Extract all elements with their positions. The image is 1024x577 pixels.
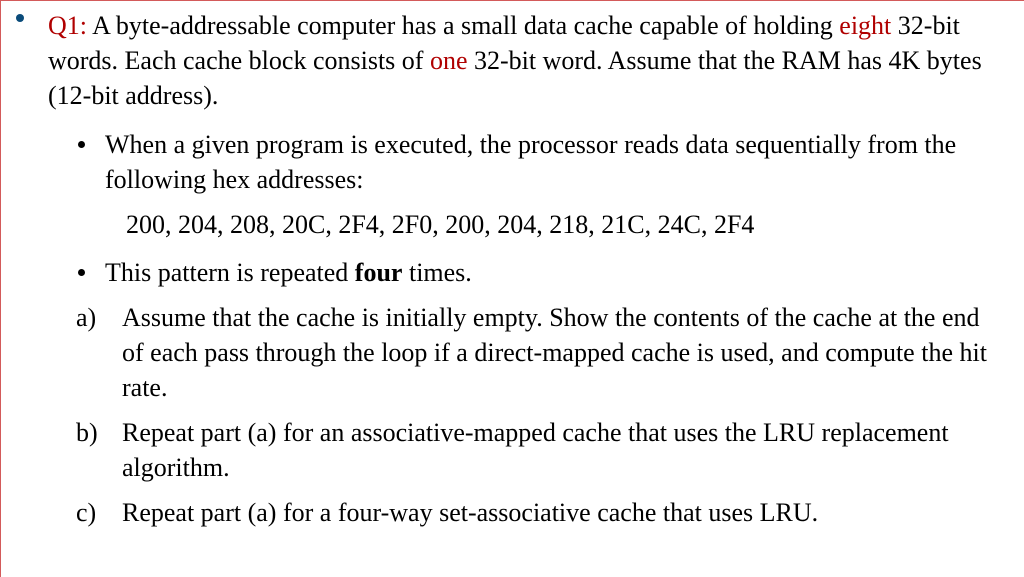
bullet-icon [78,141,85,148]
bullet2-part2: times. [402,258,471,287]
question-intro: Q1: A byte-addressable computer has a sm… [48,8,1000,113]
bullet-text-1: When a given program is executed, the pr… [105,127,1000,197]
bullet-text-2: This pattern is repeated four times. [105,255,1000,290]
item-b-label: b) [76,415,122,450]
item-c-label: c) [76,495,122,530]
highlight-one: one [430,46,468,75]
item-b: b) Repeat part (a) for an associative-ma… [48,415,1000,485]
decorative-bullet-icon [16,14,24,22]
bullet-item-1: When a given program is executed, the pr… [48,127,1000,197]
bullet2-bold: four [355,258,403,287]
item-a: a) Assume that the cache is initially em… [48,300,1000,405]
question-label: Q1: [48,11,87,40]
item-b-text: Repeat part (a) for an associative-mappe… [122,415,1000,485]
item-c: c) Repeat part (a) for a four-way set-as… [48,495,1000,530]
left-border [0,0,1,577]
bullet-item-2: This pattern is repeated four times. [48,255,1000,290]
hex-addresses: 200, 204, 208, 20C, 2F4, 2F0, 200, 204, … [48,207,1000,242]
highlight-eight: eight [839,11,891,40]
intro-text-1: A byte-addressable computer has a small … [87,11,839,40]
bullet2-part1: This pattern is repeated [105,258,355,287]
top-border [0,0,1024,1]
item-c-text: Repeat part (a) for a four-way set-assoc… [122,495,1000,530]
bullet-icon [78,269,85,276]
item-a-text: Assume that the cache is initially empty… [122,300,1000,405]
item-a-label: a) [76,300,122,335]
